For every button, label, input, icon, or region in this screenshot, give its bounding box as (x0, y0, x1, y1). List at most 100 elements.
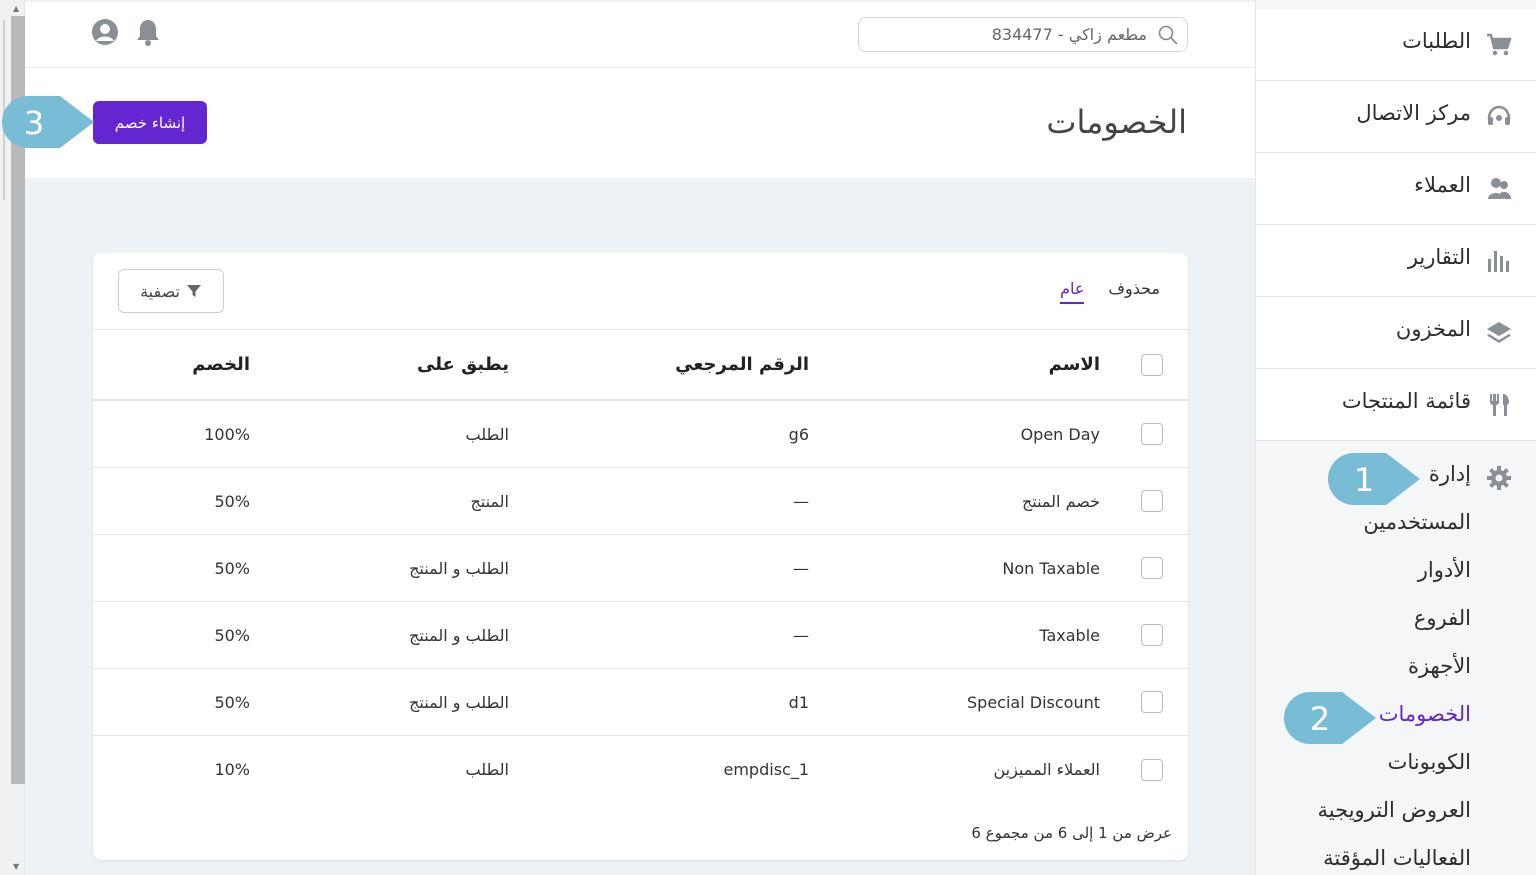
page-header: الخصومات إنشاء خصم (25, 68, 1255, 178)
table-row[interactable]: Special Discount d1 الطلب و المنتج 50% (93, 669, 1188, 736)
subitem-label: الكوبونات (1387, 750, 1471, 774)
table-row[interactable]: Non Taxable — الطلب و المنتج 50% (93, 535, 1188, 602)
layers-icon (1485, 319, 1513, 347)
discount-name[interactable]: Taxable (850, 602, 1100, 668)
create-discount-button[interactable]: إنشاء خصم (93, 101, 207, 144)
row-select-cell (1129, 468, 1175, 534)
row-checkbox[interactable] (1141, 758, 1163, 781)
headset-icon (1485, 103, 1513, 131)
subitem-label: الأدوار (1417, 558, 1471, 582)
sidebar-subitem-timed-events[interactable]: الفعاليات المؤقتة (1256, 836, 1536, 875)
sidebar-item-label: إدارة (1428, 462, 1471, 486)
table-header: الاسم الرقم المرجعي يطبق على الخصم (93, 329, 1188, 401)
sidebar-item-product-list[interactable]: قائمة المنتجات (1256, 369, 1536, 441)
user-avatar-icon[interactable] (91, 18, 119, 46)
discount-reference: — (793, 558, 809, 578)
row-checkbox[interactable] (1141, 423, 1163, 445)
sidebar-item-orders[interactable]: الطلبات (1256, 9, 1536, 81)
callout-marker-1: 1 (1328, 453, 1420, 505)
sidebar-nav: الطلبات مركز الاتصال العملاء التقارير ال… (1256, 9, 1536, 441)
sidebar-subitem-branches[interactable]: الفروع (1256, 596, 1536, 644)
discount-value: 50% (214, 491, 250, 511)
sidebar-item-call-center[interactable]: مركز الاتصال (1256, 81, 1536, 153)
bar-chart-icon (1485, 247, 1513, 275)
table-row[interactable]: العملاء المميزين empdisc_1 الطلب 10% (93, 736, 1188, 803)
row-checkbox[interactable] (1141, 624, 1163, 646)
row-select-cell (1129, 602, 1175, 668)
sidebar-item-customers[interactable]: العملاء (1256, 153, 1536, 225)
discount-applies-to: الطلب و المنتج (409, 625, 509, 645)
discount-name[interactable]: Special Discount (850, 669, 1100, 735)
sidebar-subitem-users[interactable]: المستخدمين (1256, 500, 1536, 548)
discount-reference: — (793, 491, 809, 511)
discount-name[interactable]: Non Taxable (850, 535, 1100, 601)
discount-applies-to: المنتج (470, 491, 509, 511)
row-checkbox[interactable] (1141, 557, 1163, 579)
scroll-up-arrow-icon[interactable]: ▲ (13, 4, 19, 13)
discount-value: 50% (214, 692, 250, 712)
table-row[interactable]: Taxable — الطلب و المنتج 50% (93, 602, 1188, 669)
subitem-label: الأجهزة (1407, 654, 1471, 678)
filter-button[interactable]: تصفية (118, 269, 224, 313)
subitem-label: الفروع (1413, 606, 1471, 630)
customers-icon (1485, 175, 1513, 203)
sidebar-subitem-promotions[interactable]: العروض الترويجية (1256, 788, 1536, 836)
filter-icon (186, 285, 201, 297)
select-all-cell (1129, 330, 1175, 399)
sidebar-item-label: التقارير (1407, 245, 1471, 269)
row-select-cell (1129, 669, 1175, 735)
sidebar-subitem-devices[interactable]: الأجهزة (1256, 644, 1536, 692)
row-checkbox[interactable] (1141, 691, 1163, 713)
discounts-table: الاسم الرقم المرجعي يطبق على الخصم Open … (93, 329, 1188, 803)
filter-label: تصفية (140, 281, 180, 301)
select-all-checkbox[interactable] (1141, 353, 1163, 376)
discount-reference: empdisc_1 (723, 760, 810, 779)
column-header-applies-to[interactable]: يطبق على (259, 330, 509, 399)
subitem-label: الفعاليات المؤقتة (1323, 846, 1471, 870)
search-value: مطعم زاكي - 834477 (991, 25, 1147, 44)
table-row[interactable]: خصم المنتج — المنتج 50% (93, 468, 1188, 535)
discount-reference: — (793, 625, 809, 645)
utensils-icon (1485, 391, 1513, 419)
callout-number: 3 (24, 104, 44, 142)
discount-value: 50% (214, 625, 250, 645)
tab-deleted[interactable]: محذوف (1108, 279, 1160, 304)
subitem-label: العروض الترويجية (1317, 798, 1471, 822)
table-row[interactable]: Open Day g6 الطلب 100% (93, 401, 1188, 468)
row-select-cell (1129, 736, 1175, 803)
sidebar-item-label: مركز الاتصال (1356, 101, 1471, 125)
column-header-reference[interactable]: الرقم المرجعي (559, 330, 809, 399)
row-select-cell (1129, 535, 1175, 601)
discount-name[interactable]: خصم المنتج (850, 468, 1100, 534)
discount-name[interactable]: العملاء المميزين (850, 736, 1100, 803)
sidebar-admin-section: إدارة المستخدمين الأدوار الفروع الأجهزة … (1256, 452, 1536, 875)
discount-applies-to: الطلب و المنتج (409, 692, 509, 712)
sidebar-item-reports[interactable]: التقارير (1256, 225, 1536, 297)
discount-value: 50% (214, 558, 250, 578)
discount-reference: d1 (788, 692, 809, 712)
sidebar-item-label: قائمة المنتجات (1341, 389, 1471, 413)
scroll-down-arrow-icon[interactable]: ▼ (13, 862, 19, 871)
discount-name[interactable]: Open Day (850, 401, 1100, 467)
page-title: الخصومات (1046, 103, 1187, 141)
subitem-label: الخصومات (1378, 702, 1471, 726)
callout-marker-2: 2 (1284, 692, 1376, 744)
discount-value: 10% (214, 760, 250, 779)
sidebar-item-inventory[interactable]: المخزون (1256, 297, 1536, 369)
sidebar-item-label: العملاء (1414, 173, 1471, 197)
column-header-name[interactable]: الاسم (850, 330, 1100, 399)
discount-applies-to: الطلب (465, 424, 509, 444)
row-select-cell (1129, 401, 1175, 467)
discount-reference: g6 (788, 424, 809, 444)
discount-applies-to: الطلب (465, 760, 509, 779)
search-input[interactable]: مطعم زاكي - 834477 (858, 17, 1188, 52)
bell-icon[interactable] (135, 18, 161, 46)
discount-applies-to: الطلب و المنتج (409, 558, 509, 578)
sidebar-subitem-roles[interactable]: الأدوار (1256, 548, 1536, 596)
column-header-discount[interactable]: الخصم (130, 330, 250, 399)
tab-general[interactable]: عام (1060, 279, 1085, 304)
sidebar-subitem-coupons[interactable]: الكوبونات (1256, 740, 1536, 788)
main-content: مطعم زاكي - 834477 الخصومات إنشاء خصم عا… (25, 0, 1255, 875)
row-checkbox[interactable] (1141, 490, 1163, 512)
search-icon (1157, 24, 1179, 46)
